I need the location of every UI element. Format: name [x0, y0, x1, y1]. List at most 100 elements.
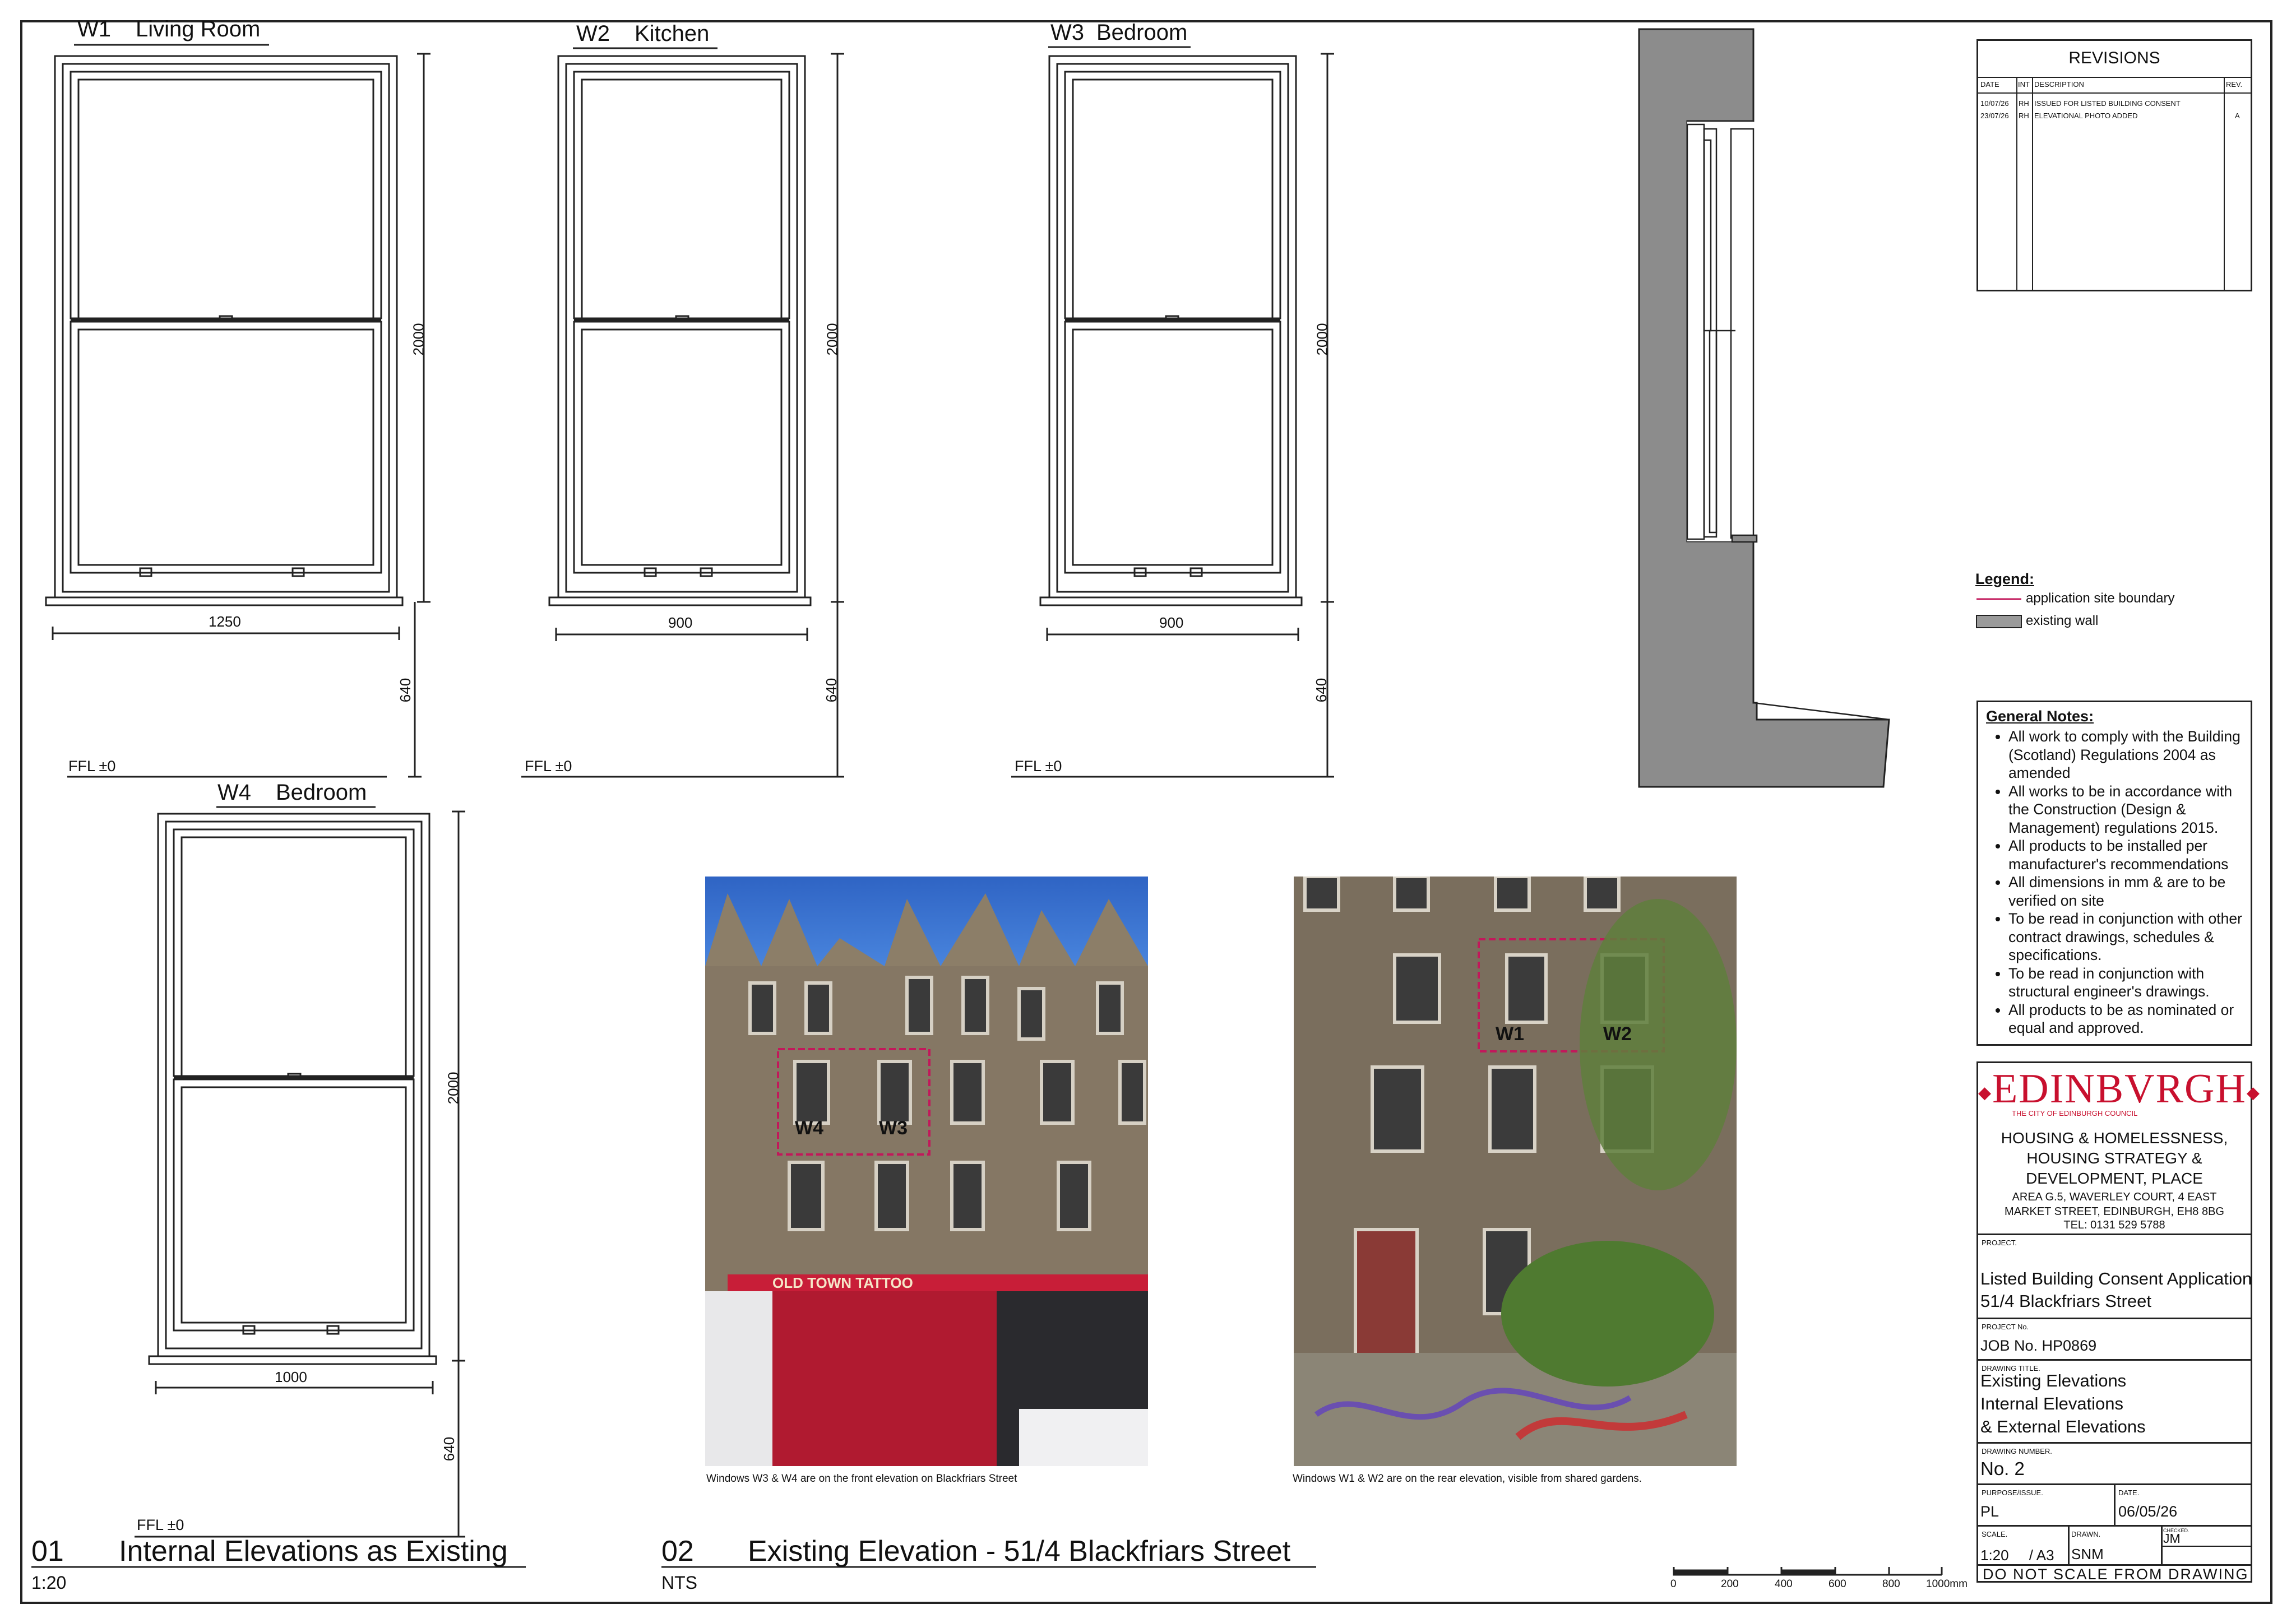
- drawing-number: No. 2: [1980, 1458, 2025, 1479]
- purpose-date-cell: PURPOSE/ISSUE. PL DATE. 06/05/26: [1978, 1483, 2251, 1527]
- do-not-scale-warning: DO NOT SCALE FROM DRAWING: [1983, 1566, 2249, 1583]
- scale-tick-600: 600: [1829, 1578, 1846, 1590]
- address-line-1: AREA G.5, WAVERLEY COURT, 4 EAST: [2012, 1191, 2217, 1203]
- council-tagline: THE CITY OF EDINBURGH COUNCIL: [2012, 1109, 2138, 1117]
- rev-header-date: DATE: [1980, 80, 1999, 89]
- title-block: ◆EDINBVRGH◆ THE CITY OF EDINBURGH COUNCI…: [1976, 1061, 2261, 1583]
- scale-tick-400: 400: [1775, 1578, 1793, 1590]
- rear-elevation-photo: W1 W2: [1294, 877, 1737, 1466]
- revisions-table: REVISIONS DATE INT DESCRIPTION REV. 10/0…: [1976, 39, 2252, 291]
- front-photo-caption: Windows W3 & W4 are on the front elevati…: [706, 1473, 1017, 1485]
- w4-ffl: FFL ±0: [137, 1517, 184, 1533]
- note-item: To be read in conjunction with structura…: [2008, 964, 2243, 1001]
- window-w3-drawing: [1011, 53, 1334, 778]
- rev-header-rev: REV.: [2226, 80, 2243, 89]
- note-item: All products to be installed per manufac…: [2008, 837, 2243, 873]
- logo-diamond-right-icon: ◆: [2246, 1083, 2261, 1102]
- w3-sill-dim: 640: [1313, 678, 1330, 703]
- scale-tick-800: 800: [1882, 1578, 1900, 1590]
- project-number-cell: PROJECT No. JOB No. HP0869: [1978, 1318, 2251, 1359]
- drawing-title-1: Existing Elevations: [1980, 1371, 2127, 1390]
- drawing-02-number: 02: [661, 1535, 694, 1568]
- drawing-02-title: Existing Elevation - 51/4 Blackfriars St…: [748, 1535, 1291, 1568]
- rev-row-1-date: 10/07/26: [1980, 99, 2009, 108]
- scale-tick-0: 0: [1670, 1578, 1677, 1590]
- legend-swatch-wall: [1976, 615, 2022, 628]
- drawing-date: 06/05/26: [2118, 1503, 2178, 1520]
- window-w4-drawing: [135, 810, 465, 1538]
- scale-drawn-cell: SCALE. 1:20 / A3 DRAWN. SNM CHECKED. JM: [1978, 1525, 2252, 1566]
- wall-section-drawing: [1638, 28, 1890, 788]
- w3-title: W3 Bedroom: [1050, 20, 1188, 45]
- drawing-01-scale: 1:20: [31, 1573, 67, 1593]
- dept-line-2: HOUSING STRATEGY &: [2026, 1149, 2202, 1167]
- notes-title: General Notes:: [1986, 708, 2094, 725]
- w4-title: W4 Bedroom: [217, 780, 367, 805]
- scale-bar: [1673, 1567, 1943, 1576]
- rev-header-desc: DESCRIPTION: [2034, 80, 2084, 89]
- drawing-title-cell: DRAWING TITLE. Existing Elevations Inter…: [1978, 1359, 2251, 1442]
- rev-row-1-desc: ISSUED FOR LISTED BUILDING CONSENT: [2034, 99, 2181, 108]
- note-item: All dimensions in mm & are to be verifie…: [2008, 873, 2243, 910]
- general-notes: General Notes: All work to comply with t…: [1976, 701, 2252, 1046]
- project-number: JOB No. HP0869: [1980, 1337, 2097, 1354]
- legend-boundary-label: application site boundary: [2026, 591, 2175, 606]
- council-logo: ◆EDINBVRGH◆: [1978, 1066, 2261, 1112]
- w2-sill-dim: 640: [823, 678, 840, 703]
- w1-sill-dim: 640: [397, 678, 414, 703]
- scale-tick-1000: 1000mm: [1926, 1578, 1968, 1590]
- rev-row-2-desc: ELEVATIONAL PHOTO ADDED: [2034, 112, 2138, 120]
- project-name-1: Listed Building Consent Application: [1980, 1269, 2252, 1288]
- dept-line-1: HOUSING & HOMELESSNESS,: [2001, 1129, 2228, 1147]
- drawing-title-2: Internal Elevations: [1980, 1394, 2124, 1413]
- revisions-title: REVISIONS: [2068, 49, 2160, 67]
- warning-cell: DO NOT SCALE FROM DRAWING: [1978, 1564, 2251, 1583]
- drawing-02-scale: NTS: [661, 1573, 697, 1593]
- w2-width-dim: 900: [668, 614, 693, 631]
- rev-header-init: INT: [2018, 80, 2030, 89]
- w2-title: W2 Kitchen: [576, 21, 710, 46]
- front-tag-w3: W3: [879, 1117, 908, 1139]
- w4-height-dim: 2000: [445, 1072, 462, 1105]
- w2-height-dim: 2000: [823, 323, 841, 356]
- w1-width-dim: 1250: [209, 613, 241, 630]
- drawing-number-cell: DRAWING NUMBER. No. 2: [1978, 1442, 2251, 1483]
- drawn-by: SNM: [2071, 1546, 2104, 1562]
- note-item: All work to comply with the Building (Sc…: [2008, 727, 2243, 782]
- note-item: All products to be as nominated or equal…: [2008, 1001, 2243, 1037]
- rear-tag-w2: W2: [1603, 1023, 1632, 1045]
- front-elevation-photo: W4 W3 OLD TOWN TATTOO: [705, 877, 1148, 1466]
- w2-ffl: FFL ±0: [525, 758, 572, 775]
- window-w2-drawing: [521, 53, 844, 778]
- window-elevations-linework: [31, 28, 2022, 1576]
- rear-photo-caption: Windows W1 & W2 are on the rear elevatio…: [1293, 1473, 1642, 1485]
- w4-width-dim: 1000: [275, 1369, 307, 1385]
- drawing-scale: 1:20 / A3: [1980, 1547, 2054, 1564]
- front-tag-w4: W4: [795, 1117, 823, 1139]
- shop-sign: OLD TOWN TATTOO: [772, 1274, 913, 1291]
- drawing-title-3: & External Elevations: [1980, 1417, 2146, 1436]
- rear-tag-w1: W1: [1496, 1023, 1524, 1045]
- window-w1-drawing: [45, 53, 430, 778]
- council-tel: TEL: 0131 529 5788: [2063, 1219, 2165, 1231]
- drawing-01-title: Internal Elevations as Existing: [119, 1535, 508, 1568]
- w4-sill-dim: 640: [441, 1436, 458, 1462]
- w1-title: W1 Living Room: [77, 17, 261, 41]
- project-name-2: 51/4 Blackfriars Street: [1980, 1291, 2151, 1311]
- purpose-issue: PL: [1980, 1503, 1999, 1520]
- address-line-2: MARKET STREET, EDINBURGH, EH8 8BG: [2005, 1205, 2224, 1218]
- note-item: All works to be in accordance with the C…: [2008, 782, 2243, 837]
- note-item: To be read in conjunction with other con…: [2008, 910, 2243, 964]
- rev-row-2-init: RH: [2019, 112, 2029, 120]
- legend-title: Legend:: [1975, 571, 2034, 587]
- project-cell: PROJECT. Listed Building Consent Applica…: [1978, 1234, 2252, 1318]
- rev-row-2-rev: A: [2235, 112, 2240, 120]
- w3-ffl: FFL ±0: [1015, 758, 1062, 775]
- drawing-01-number: 01: [31, 1535, 64, 1568]
- w1-ffl: FFL ±0: [68, 758, 116, 775]
- logo-diamond-left-icon: ◆: [1978, 1083, 1993, 1102]
- rev-row-1-init: RH: [2019, 99, 2029, 108]
- rev-row-2-date: 23/07/26: [1980, 112, 2009, 120]
- legend-wall-label: existing wall: [2026, 613, 2099, 628]
- w1-height-dim: 2000: [410, 323, 427, 356]
